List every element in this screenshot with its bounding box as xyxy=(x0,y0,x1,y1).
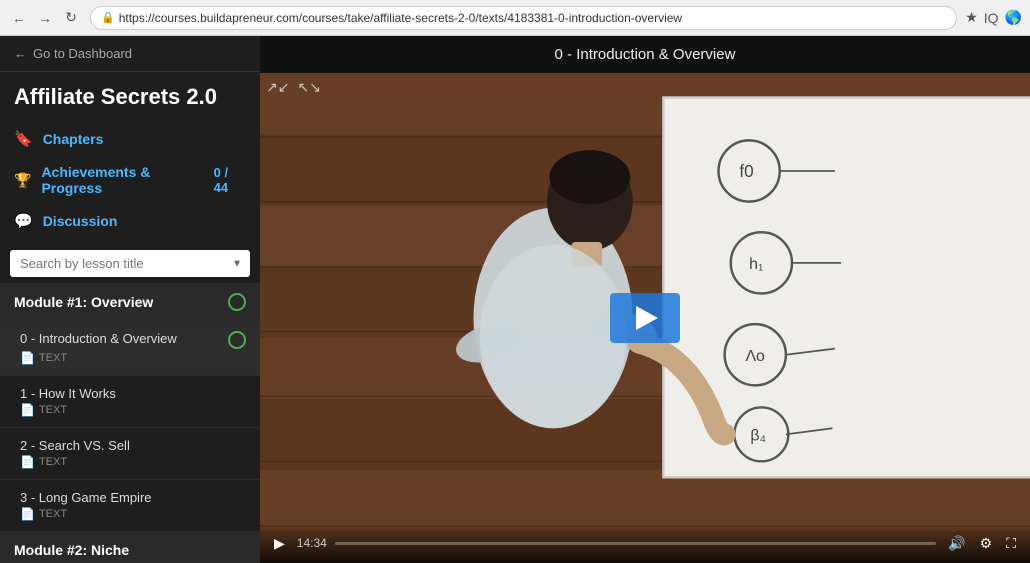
module-1-title: Module #1: Overview xyxy=(14,294,153,310)
doc-icon-3: 📄 xyxy=(20,507,35,521)
video-container[interactable]: f0 h₁ Λo β₄ xyxy=(260,73,1030,563)
module-2-header[interactable]: Module #2: Niche xyxy=(0,532,260,563)
time-display: 14:34 xyxy=(297,536,327,550)
forward-button[interactable]: → xyxy=(34,7,56,29)
address-bar[interactable]: 🔒 https://courses.buildapreneur.com/cour… xyxy=(90,6,957,30)
progress-bar[interactable] xyxy=(335,542,936,545)
nav-buttons: ← → ↻ xyxy=(8,7,82,29)
lesson-2-top: 2 - Search VS. Sell xyxy=(20,438,246,453)
video-controls: ▶ 14:34 🔊 ⚙ ⛶ xyxy=(260,523,1030,563)
sidebar-item-discussion[interactable]: 💬 Discussion xyxy=(0,204,260,238)
lesson-2-type: 📄 TEXT xyxy=(20,455,246,469)
back-button[interactable]: ← xyxy=(8,7,30,29)
browser-actions: ★ IQ 🌎 xyxy=(965,9,1022,26)
lesson-0-item[interactable]: 0 - Introduction & Overview 📄 TEXT xyxy=(0,321,260,376)
doc-icon-2: 📄 xyxy=(20,455,35,469)
discussion-label: Discussion xyxy=(43,213,118,229)
lesson-2-item[interactable]: 2 - Search VS. Sell 📄 TEXT xyxy=(0,428,260,480)
settings-button[interactable]: ⚙ xyxy=(976,533,997,554)
course-title: Affiliate Secrets 2.0 xyxy=(0,72,260,116)
lesson-1-top: 1 - How It Works xyxy=(20,386,246,401)
expand-button-2[interactable]: ↖↘ xyxy=(297,79,320,96)
expand-button-1[interactable]: ↗↙ xyxy=(266,79,289,96)
search-input[interactable] xyxy=(10,250,250,277)
lesson-3-name: 3 - Long Game Empire xyxy=(20,490,246,505)
lesson-1-item[interactable]: 1 - How It Works 📄 TEXT xyxy=(0,376,260,428)
video-title-bar: 0 - Introduction & Overview xyxy=(260,36,1030,73)
achievements-progress: 0 / 44 xyxy=(214,165,246,195)
sidebar-item-chapters[interactable]: 🔖 Chapters xyxy=(0,122,260,156)
bookmark-icon: 🔖 xyxy=(14,130,33,148)
achievements-left: 🏆 Achievements & Progress xyxy=(14,164,214,196)
achievements-label: Achievements & Progress xyxy=(41,164,213,196)
play-button-overlay[interactable] xyxy=(610,293,680,343)
doc-icon-0: 📄 xyxy=(20,351,35,365)
lesson-0-top: 0 - Introduction & Overview xyxy=(20,331,246,349)
chapters-label: Chapters xyxy=(43,131,104,147)
lesson-0-status-icon xyxy=(228,331,246,349)
chat-icon: 💬 xyxy=(14,212,33,230)
controls-right: 🔊 ⚙ ⛶ xyxy=(944,533,1020,554)
lesson-1-type-label: TEXT xyxy=(39,404,67,416)
sidebar-nav: 🔖 Chapters 🏆 Achievements & Progress 0 /… xyxy=(0,116,260,244)
sidebar-item-achievements[interactable]: 🏆 Achievements & Progress 0 / 44 xyxy=(0,156,260,204)
lesson-3-top: 3 - Long Game Empire xyxy=(20,490,246,505)
lesson-0-type: 📄 TEXT xyxy=(20,351,246,365)
trophy-icon: 🏆 xyxy=(14,172,31,189)
svg-text:h₁: h₁ xyxy=(749,256,763,273)
lesson-3-item[interactable]: 3 - Long Game Empire 📄 TEXT xyxy=(0,480,260,532)
back-arrow-icon: ← xyxy=(14,46,27,61)
svg-text:f0: f0 xyxy=(739,161,753,181)
url-text: https://courses.buildapreneur.com/course… xyxy=(119,11,682,25)
fullscreen-button[interactable]: ⛶ xyxy=(1002,533,1020,554)
lesson-3-type-label: TEXT xyxy=(39,508,67,520)
play-pause-button[interactable]: ▶ xyxy=(270,533,289,554)
doc-icon-1: 📄 xyxy=(20,403,35,417)
refresh-button[interactable]: ↻ xyxy=(60,7,82,29)
lesson-2-type-label: TEXT xyxy=(39,456,67,468)
dashboard-label: Go to Dashboard xyxy=(33,46,132,61)
module-2-title: Module #2: Niche xyxy=(14,542,129,558)
svg-text:β₄: β₄ xyxy=(750,428,766,445)
lesson-0-type-label: TEXT xyxy=(39,352,67,364)
video-title: 0 - Introduction & Overview xyxy=(555,46,736,63)
search-container: ▼ xyxy=(0,244,260,283)
lesson-0-name: 0 - Introduction & Overview xyxy=(20,331,220,346)
expand-icons: ↗↙ ↖↘ xyxy=(266,79,321,96)
main-layout: ← Go to Dashboard Affiliate Secrets 2.0 … xyxy=(0,36,1030,563)
lesson-1-type: 📄 TEXT xyxy=(20,403,246,417)
module-1-header[interactable]: Module #1: Overview xyxy=(0,283,260,321)
svg-text:Λo: Λo xyxy=(745,348,765,365)
go-to-dashboard-link[interactable]: ← Go to Dashboard xyxy=(0,36,260,72)
profile-button[interactable]: 🌎 xyxy=(1005,9,1022,26)
module-1-status-icon xyxy=(228,293,246,311)
content-area: 0 - Introduction & Overview xyxy=(260,36,1030,563)
lesson-3-type: 📄 TEXT xyxy=(20,507,246,521)
lesson-2-name: 2 - Search VS. Sell xyxy=(20,438,246,453)
browser-chrome: ← → ↻ 🔒 https://courses.buildapreneur.co… xyxy=(0,0,1030,36)
lesson-1-name: 1 - How It Works xyxy=(20,386,246,401)
volume-button[interactable]: 🔊 xyxy=(944,533,969,554)
iq-button[interactable]: IQ xyxy=(984,10,999,26)
play-triangle-icon xyxy=(636,306,658,330)
sidebar: ← Go to Dashboard Affiliate Secrets 2.0 … xyxy=(0,36,260,563)
lock-icon: 🔒 xyxy=(101,11,115,24)
star-button[interactable]: ★ xyxy=(965,9,978,26)
